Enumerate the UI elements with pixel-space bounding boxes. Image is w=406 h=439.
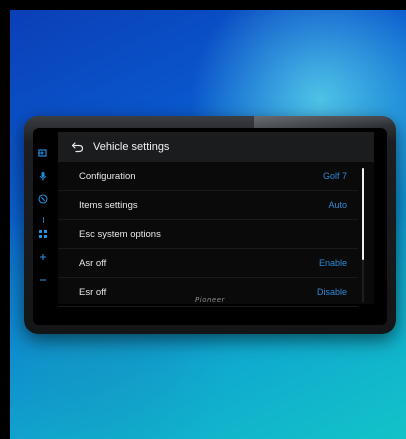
settings-header: Vehicle settings — [58, 132, 374, 162]
mic-icon[interactable] — [37, 171, 49, 183]
settings-screen: Vehicle settings Configuration Golf 7 It… — [58, 132, 374, 307]
input-icon[interactable] — [37, 148, 49, 160]
list-item-label: Items settings — [79, 199, 138, 211]
brand-logo: Pioneer — [195, 296, 225, 304]
list-item-asr-off[interactable]: Asr off Enable — [58, 249, 358, 278]
list-item-value: Golf 7 — [322, 171, 347, 181]
list-item-value: Auto — [328, 200, 347, 210]
list-item-esc-system-options[interactable]: Esc system options — [58, 220, 358, 249]
volume-down-icon[interactable] — [37, 275, 49, 287]
scrollbar-thumb[interactable] — [362, 168, 364, 260]
side-divider — [42, 217, 44, 223]
side-button-strip — [33, 148, 53, 298]
list-item-value: Enable — [318, 258, 347, 268]
head-unit-device: Vehicle settings Configuration Golf 7 It… — [24, 116, 396, 334]
settings-list: Configuration Golf 7 Items settings Auto… — [58, 162, 374, 307]
page-title: Vehicle settings — [93, 141, 170, 153]
volume-up-icon[interactable] — [37, 252, 49, 264]
photo-frame: Vehicle settings Configuration Golf 7 It… — [0, 0, 406, 439]
back-arrow-icon[interactable] — [70, 140, 84, 154]
scrollbar-track[interactable] — [362, 168, 364, 302]
list-item-label: Esc system options — [79, 228, 161, 240]
list-item-configuration[interactable]: Configuration Golf 7 — [58, 162, 358, 191]
phone-icon[interactable] — [37, 194, 49, 206]
list-item-label: Configuration — [79, 170, 136, 182]
apps-grid-icon[interactable] — [37, 229, 49, 241]
list-item-label: Asr off — [79, 257, 107, 269]
list-item-items-settings[interactable]: Items settings Auto — [58, 191, 358, 220]
